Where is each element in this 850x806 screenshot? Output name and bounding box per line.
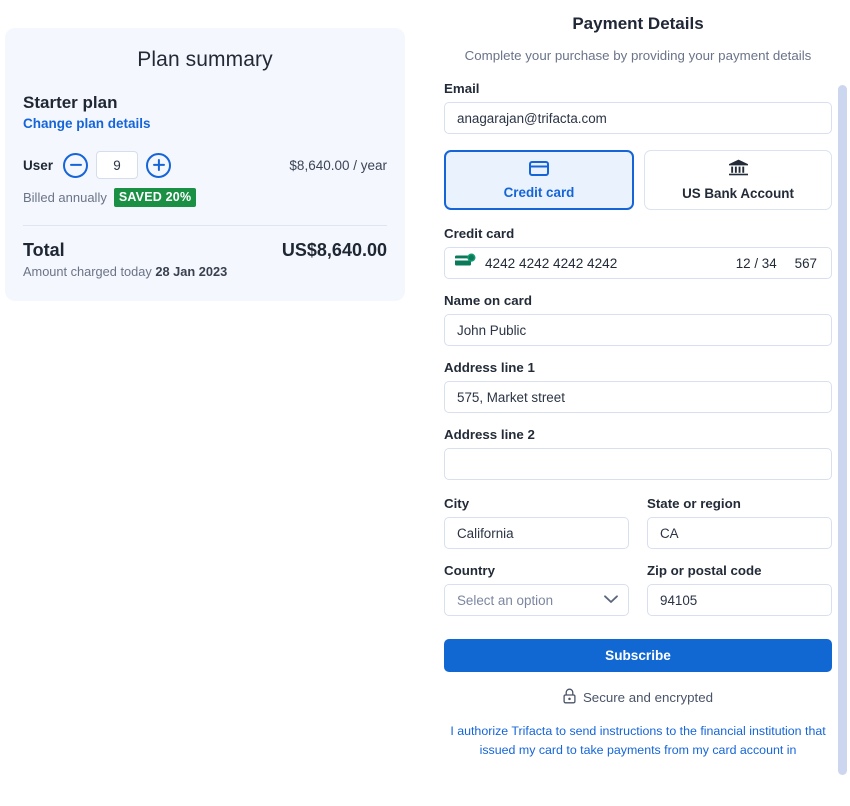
secure-text: Secure and encrypted (583, 690, 713, 705)
price-per-period: $8,640.00 / year (289, 158, 387, 173)
name-on-card-label: Name on card (444, 293, 832, 308)
country-field-group: Country Select an option (444, 563, 629, 616)
payment-form-panel: Payment Details Complete your purchase b… (430, 0, 850, 806)
country-zip-row: Country Select an option Zip or postal c… (444, 563, 832, 616)
credit-card-icon (529, 161, 549, 181)
email-input[interactable] (444, 102, 832, 134)
change-plan-details-link[interactable]: Change plan details (23, 116, 151, 131)
city-input[interactable] (444, 517, 629, 549)
total-value: US$8,640.00 (282, 240, 387, 261)
bank-icon (728, 159, 749, 182)
state-field-group: State or region (647, 496, 832, 549)
billed-annually-label: Billed annually (23, 190, 107, 205)
quantity-label: User (23, 158, 53, 173)
country-label: Country (444, 563, 629, 578)
card-expiry-value[interactable]: 12 / 34 (736, 256, 777, 271)
tab-credit-card[interactable]: Credit card (444, 150, 634, 210)
vertical-scrollbar-track[interactable] (838, 0, 849, 806)
zip-label: Zip or postal code (647, 563, 832, 578)
credit-card-field-group: Credit card 4242 4242 4242 4242 12 / 34 … (444, 226, 832, 279)
total-row: Total US$8,640.00 (23, 240, 387, 261)
country-select[interactable]: Select an option (444, 584, 629, 616)
email-field-group: Email (444, 81, 832, 134)
tab-credit-card-label: Credit card (504, 185, 575, 200)
address-line-1-input[interactable] (444, 381, 832, 413)
name-on-card-field-group: Name on card (444, 293, 832, 346)
address-line-1-field-group: Address line 1 (444, 360, 832, 413)
payment-method-tabs: Credit card US Bank Account (444, 150, 832, 210)
amount-charged-row: Amount charged today 28 Jan 2023 (23, 264, 387, 279)
tab-us-bank-account-label: US Bank Account (682, 186, 794, 201)
state-input[interactable] (647, 517, 832, 549)
name-on-card-input[interactable] (444, 314, 832, 346)
amount-charged-date: 28 Jan 2023 (155, 264, 227, 279)
city-field-group: City (444, 496, 629, 549)
address-line-2-label: Address line 2 (444, 427, 832, 442)
lock-icon (563, 688, 576, 707)
tab-us-bank-account[interactable]: US Bank Account (644, 150, 832, 210)
page-title: Payment Details (444, 14, 832, 34)
card-cvc-value[interactable]: 567 (795, 256, 817, 271)
total-label: Total (23, 240, 65, 261)
country-select-wrapper: Select an option (444, 584, 629, 616)
payment-checkout-page: Plan summary Starter plan Change plan de… (0, 0, 850, 806)
city-label: City (444, 496, 629, 511)
credit-card-input-row[interactable]: 4242 4242 4242 4242 12 / 34 567 (444, 247, 832, 279)
authorization-text: I authorize Trifacta to send instruction… (444, 722, 832, 760)
quantity-stepper: User 9 (23, 151, 171, 179)
decrement-quantity-button[interactable] (63, 153, 88, 178)
city-state-row: City State or region (444, 496, 832, 549)
state-label: State or region (647, 496, 832, 511)
saved-badge: SAVED 20% (114, 188, 196, 207)
zip-field-group: Zip or postal code (647, 563, 832, 616)
increment-quantity-button[interactable] (146, 153, 171, 178)
credit-card-label: Credit card (444, 226, 832, 241)
address-line-2-field-group: Address line 2 (444, 427, 832, 480)
subscribe-button[interactable]: Subscribe (444, 639, 832, 672)
quantity-row: User 9 $8,640.00 / year (23, 151, 387, 179)
secure-notice: Secure and encrypted (444, 688, 832, 707)
summary-divider (23, 225, 387, 226)
email-label: Email (444, 81, 832, 96)
address-line-1-label: Address line 1 (444, 360, 832, 375)
amount-charged-label: Amount charged today (23, 264, 152, 279)
billing-frequency-row: Billed annually SAVED 20% (23, 188, 387, 207)
card-number-value[interactable]: 4242 4242 4242 4242 (485, 256, 736, 271)
plan-summary-title: Plan summary (23, 48, 387, 72)
page-subtitle: Complete your purchase by providing your… (444, 48, 832, 63)
card-brand-icon (455, 253, 477, 273)
plan-summary-card: Plan summary Starter plan Change plan de… (5, 28, 405, 301)
vertical-scrollbar-thumb[interactable] (838, 85, 847, 775)
zip-input[interactable] (647, 584, 832, 616)
address-line-2-input[interactable] (444, 448, 832, 480)
quantity-value[interactable]: 9 (96, 151, 138, 179)
plan-name: Starter plan (23, 93, 387, 113)
